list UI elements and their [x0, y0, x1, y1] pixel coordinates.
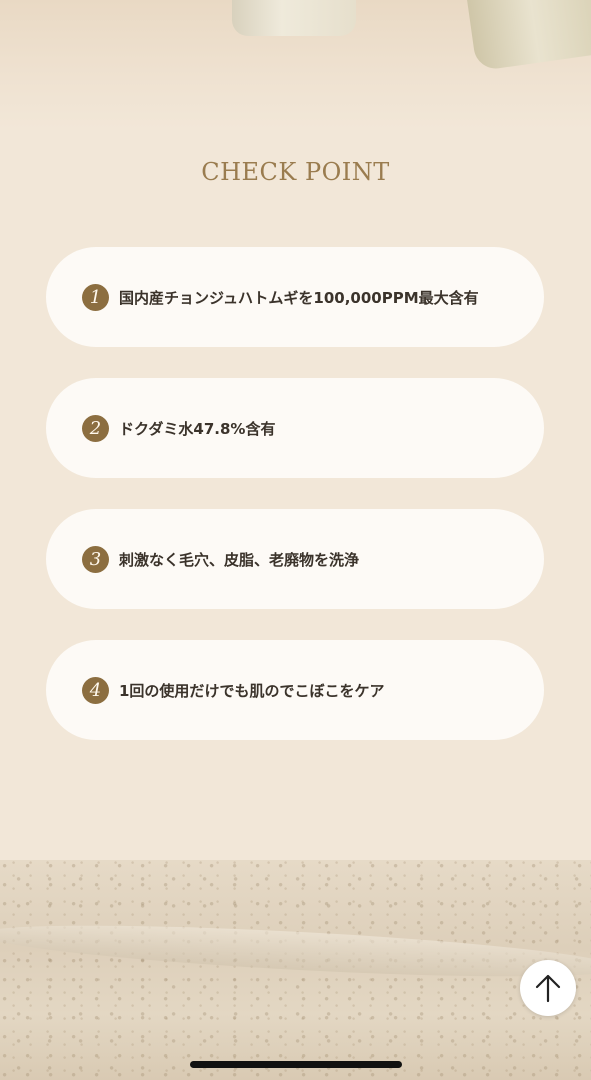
number-badge: 2: [82, 414, 109, 442]
check-point-item: 1 国内産チョンジュハトムギを100,000PPM最大含有: [46, 247, 544, 347]
check-point-text: 国内産チョンジュハトムギを100,000PPM最大含有: [119, 288, 479, 307]
product-jar-image: [464, 0, 591, 72]
number-badge: 1: [82, 283, 109, 311]
number-badge: 4: [82, 676, 109, 704]
hero-product-photo: [0, 0, 591, 130]
product-jar-image: [232, 0, 356, 36]
check-point-text: ドクダミ水47.8%含有: [119, 419, 276, 438]
section-title: CHECK POINT: [201, 158, 390, 186]
scroll-to-top-button[interactable]: [520, 960, 576, 1016]
number-badge: 3: [82, 545, 109, 573]
home-indicator[interactable]: [190, 1061, 402, 1068]
check-point-text: 1回の使用だけでも肌のでこぼこをケア: [119, 681, 385, 700]
check-point-text: 刺激なく毛穴、皮脂、老廃物を洗浄: [119, 550, 360, 569]
check-point-item: 2 ドクダミ水47.8%含有: [46, 378, 544, 478]
check-point-list: 1 国内産チョンジュハトムギを100,000PPM最大含有 2 ドクダミ水47.…: [46, 247, 544, 771]
check-point-item: 4 1回の使用だけでも肌のでこぼこをケア: [46, 640, 544, 740]
check-point-item: 3 刺激なく毛穴、皮脂、老廃物を洗浄: [46, 509, 544, 609]
arrow-up-icon: [535, 974, 561, 1003]
